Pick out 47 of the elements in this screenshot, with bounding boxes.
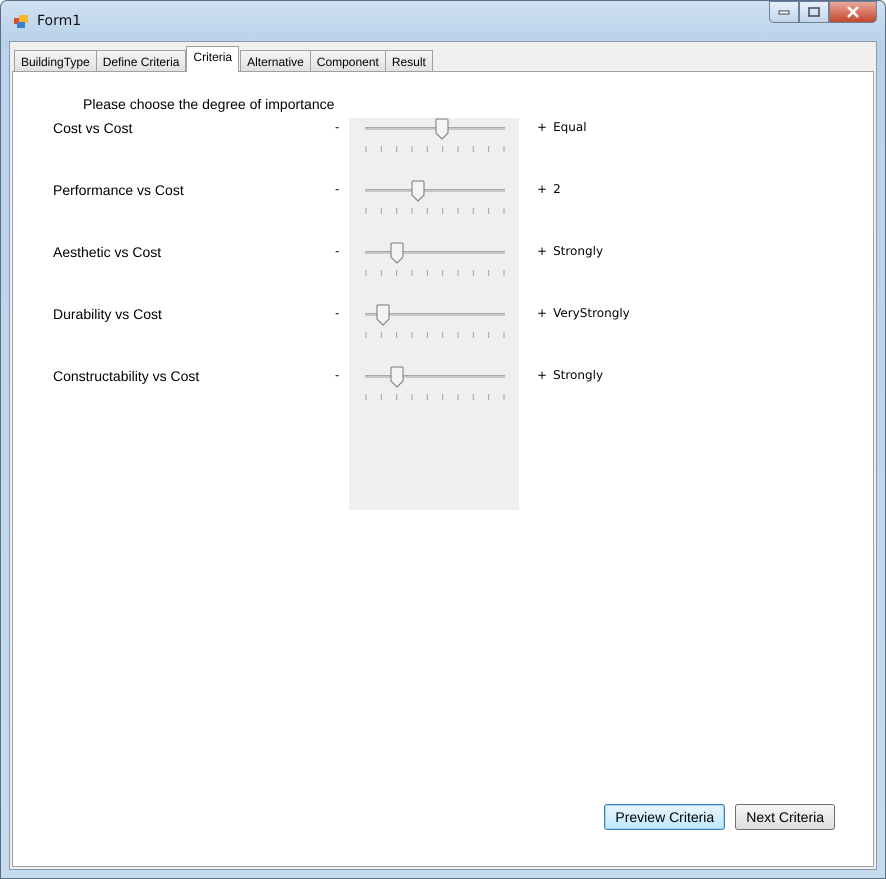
importance-reading: 2 — [552, 182, 561, 196]
tab[interactable]: Component — [310, 50, 386, 72]
importance-reading: VeryStrongly — [552, 306, 630, 320]
plus-label: + — [537, 182, 548, 196]
plus-label: + — [537, 120, 548, 134]
tab[interactable]: Result — [384, 50, 433, 72]
plus-label: + — [537, 306, 548, 320]
slider-thumb[interactable] — [411, 180, 426, 202]
maximize-icon — [808, 7, 820, 17]
slider[interactable] — [365, 118, 505, 140]
slider-thumb[interactable] — [376, 304, 390, 326]
slider-thumb[interactable] — [390, 366, 404, 388]
minimize-icon — [778, 9, 790, 15]
minimize-button[interactable] — [769, 1, 799, 23]
minus-label: - — [335, 367, 340, 382]
plus-label: + — [537, 244, 548, 258]
minus-label: - — [335, 119, 340, 134]
criteria-label: Constructability vs Cost — [53, 367, 200, 384]
importance-reading: Strongly — [552, 368, 604, 382]
minus-label: - — [335, 243, 340, 258]
tab[interactable]: Alternative — [240, 50, 311, 72]
criteria-label: Performance vs Cost — [53, 181, 185, 198]
slider-thumb[interactable] — [390, 242, 404, 264]
tab[interactable]: Define Criteria — [96, 50, 186, 72]
action-button[interactable]: Preview Criteria — [604, 804, 726, 830]
slider[interactable] — [365, 242, 505, 264]
minus-label: - — [335, 305, 340, 320]
app-icon — [13, 13, 29, 29]
criteria-label: Aesthetic vs Cost — [53, 243, 162, 260]
instruction-text: Please choose the degree of importance — [83, 96, 336, 114]
slider[interactable] — [365, 180, 505, 202]
close-button[interactable] — [829, 1, 877, 23]
action-button[interactable]: Next Criteria — [735, 804, 835, 830]
close-icon — [846, 6, 860, 18]
maximize-button[interactable] — [799, 1, 829, 23]
slider-thumb[interactable] — [435, 118, 449, 140]
criteria-label: Durability vs Cost — [53, 305, 163, 322]
tab[interactable]: Criteria — [186, 46, 240, 72]
tab[interactable]: BuildingType — [14, 50, 97, 72]
window-title: Form1 — [37, 13, 82, 29]
plus-label: + — [537, 368, 548, 382]
criteria-label: Cost vs Cost — [53, 119, 134, 136]
slider[interactable] — [365, 366, 505, 388]
importance-reading: Equal — [552, 120, 587, 134]
importance-reading: Strongly — [552, 244, 604, 258]
minus-label: - — [335, 181, 340, 196]
slider[interactable] — [365, 304, 505, 326]
